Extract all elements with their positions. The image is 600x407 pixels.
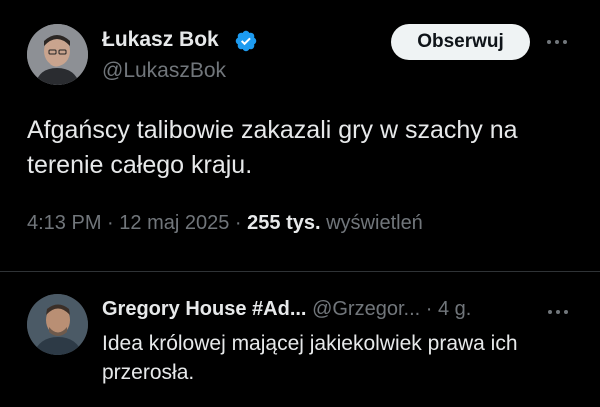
more-dot bbox=[563, 40, 567, 44]
more-dot bbox=[548, 310, 552, 314]
reply-text: Idea królowej mającej jakiekolwiek prawa… bbox=[102, 332, 518, 384]
divider bbox=[0, 271, 600, 272]
follow-button[interactable]: Obserwuj bbox=[391, 24, 530, 60]
meta-separator: · bbox=[107, 212, 114, 234]
reply-author-avatar[interactable] bbox=[27, 294, 88, 355]
tweet-date[interactable]: 12 maj 2025 bbox=[119, 212, 229, 234]
reply-header: Gregory House #Ad... @Grzegor... · 4 g. bbox=[102, 298, 542, 321]
author-avatar-image bbox=[27, 24, 88, 85]
reply-author-handle[interactable]: @Grzegor... bbox=[312, 298, 420, 320]
reply-more-options-icon[interactable] bbox=[548, 310, 568, 314]
views-count: 255 tys. bbox=[247, 212, 321, 234]
tweet-time[interactable]: 4:13 PM bbox=[27, 212, 101, 234]
tweet-meta: 4:13 PM · 12 maj 2025 · 255 tys. wyświet… bbox=[27, 212, 423, 235]
author-avatar[interactable] bbox=[27, 24, 88, 85]
reply-author-name[interactable]: Gregory House #Ad... bbox=[102, 298, 307, 320]
more-dot bbox=[556, 310, 560, 314]
reply-separator: · bbox=[425, 298, 433, 320]
reply-avatar-image bbox=[27, 294, 88, 355]
more-dot bbox=[555, 40, 559, 44]
more-dot bbox=[564, 310, 568, 314]
meta-separator: · bbox=[234, 212, 242, 234]
reply-time[interactable]: 4 g. bbox=[438, 298, 471, 320]
more-dot bbox=[547, 40, 551, 44]
author-name[interactable]: Łukasz Bok bbox=[102, 28, 219, 52]
verified-badge-icon bbox=[235, 30, 257, 52]
more-options-icon[interactable] bbox=[547, 40, 567, 44]
tweet-text: Afgańscy talibowie zakazali gry w szachy… bbox=[27, 116, 518, 179]
views-label: wyświetleń bbox=[326, 212, 423, 234]
author-handle[interactable]: @LukaszBok bbox=[102, 59, 226, 83]
